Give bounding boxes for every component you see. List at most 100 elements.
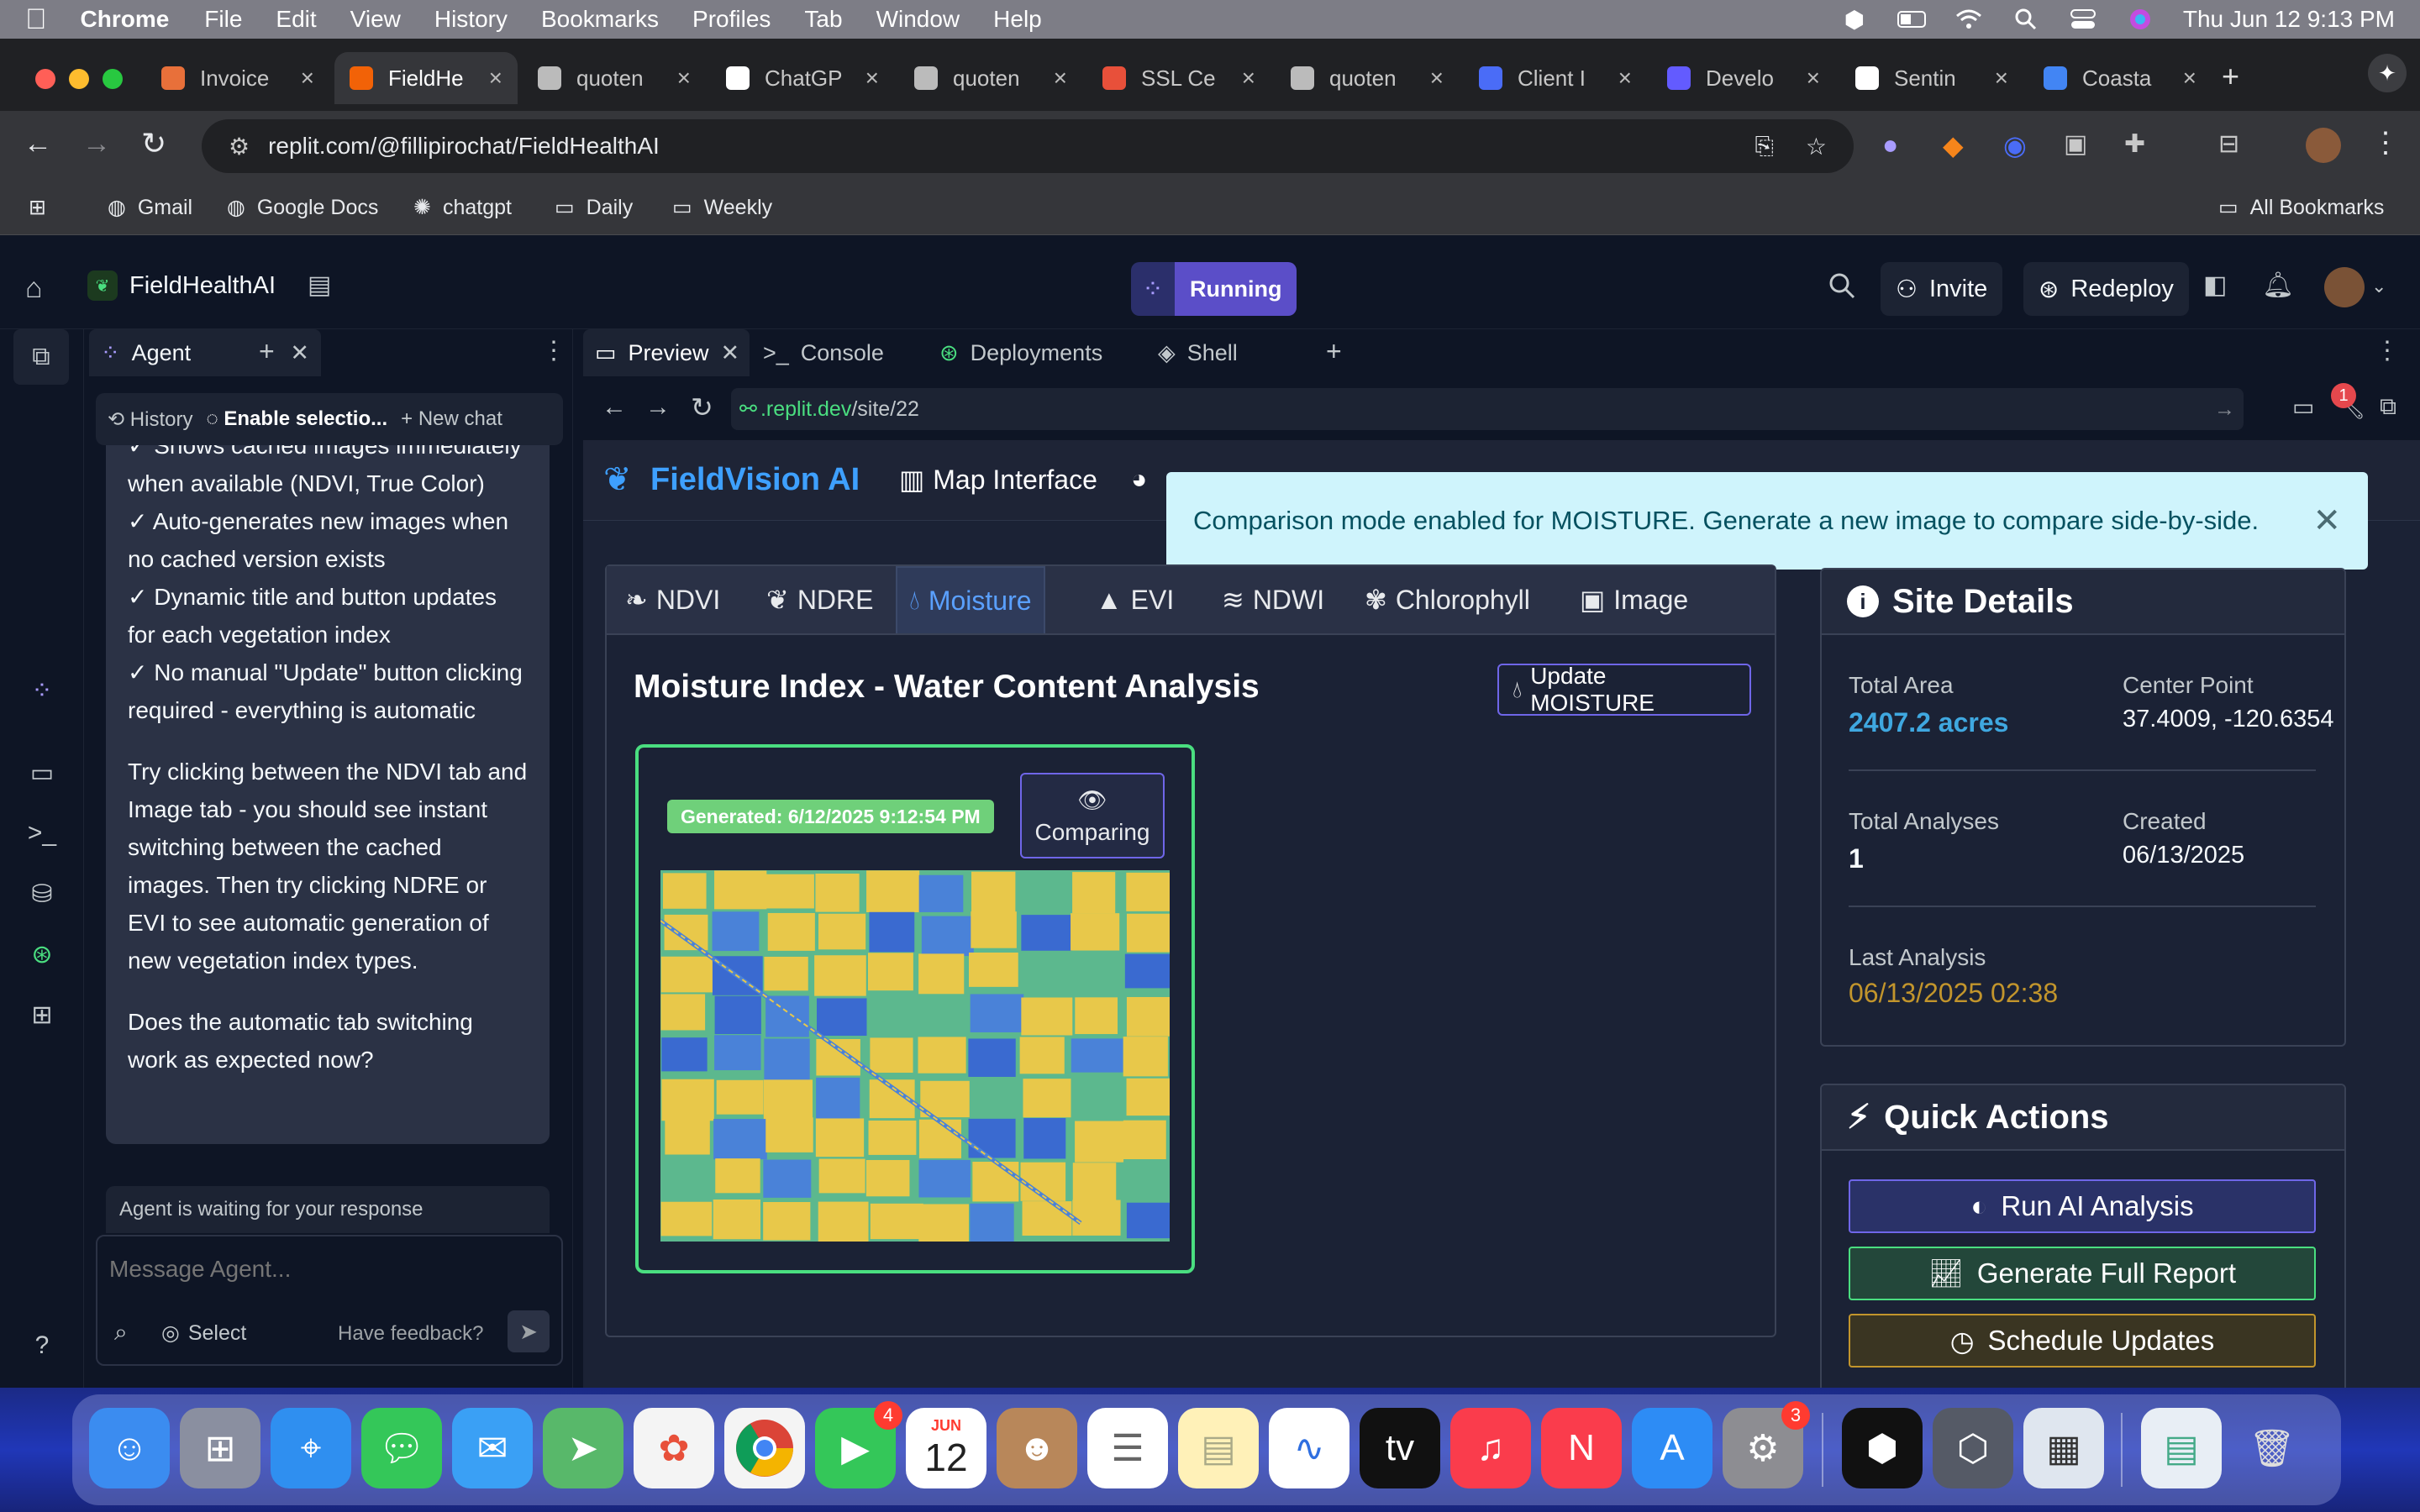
back-arrow-icon[interactable]: ← [602,393,627,422]
gemini-icon[interactable]: ✦ [2368,54,2407,92]
project-name[interactable]: FieldHealthAI [129,272,276,300]
browser-tab[interactable]: quoten × [1276,52,1459,104]
cube-app-icon[interactable]: ⬢ [1842,1408,1923,1488]
feedback-link[interactable]: Have feedback? [338,1322,483,1346]
nav-map-interface[interactable]: ▥ Map Interface [899,464,1097,496]
news-icon[interactable]: N [1541,1408,1622,1488]
browser-tab[interactable]: Develo × [1652,52,1835,104]
preview-icon[interactable]: ▭ [25,756,59,790]
tab-ndwi[interactable]: ≋ NDWI [1210,566,1336,633]
bookmark-gmail[interactable]: ◍ Gmail [108,195,192,220]
photos-icon[interactable]: ✿ [634,1408,714,1488]
generate-report-button[interactable]: 📈︎ Generate Full Report [1849,1247,2316,1300]
run-ai-analysis-button[interactable]: ◐ Run AI Analysis [1849,1179,2316,1233]
invite-button[interactable]: ⚇ Invite [1881,262,2003,316]
deployments-icon[interactable]: ⊛ [25,937,59,971]
select-button[interactable]: ◎ Select [161,1320,246,1346]
preview-app-icon[interactable]: ▦ [2023,1408,2104,1488]
close-icon[interactable]: ✕ [721,340,740,366]
apps-grid-icon[interactable]: ⊞ [29,195,46,220]
device-icon[interactable]: ▭ [2292,393,2314,421]
browser-tab[interactable]: FieldHe × [334,52,518,104]
address-bar[interactable]: ⚙ replit.com/@fillipirochat/FieldHealthA… [202,119,1854,173]
browser-tab[interactable]: ChatGP × [711,52,894,104]
downloads-folder-icon[interactable]: ▤ [2141,1408,2222,1488]
dashboard-icon[interactable]: ◕ [1131,464,1147,495]
update-moisture-button[interactable]: 💧︎ Update MOISTURE [1497,663,1751,716]
music-icon[interactable]: ♫ [1450,1408,1531,1488]
tab-ndvi[interactable]: ❧ NDVI [613,566,732,633]
send-button[interactable]: ➤ [508,1310,550,1352]
browser-tab[interactable]: quoten × [523,52,706,104]
chrome-menu-icon[interactable]: ⋮ [2371,126,2400,160]
menu-history[interactable]: History [434,6,508,33]
all-tools-icon[interactable]: ⊞ [25,998,59,1032]
messages-icon[interactable]: 💬︎ [361,1408,442,1488]
extension-status-icon[interactable]: ⬢ [1840,7,1869,33]
close-tab-icon[interactable]: × [677,65,691,92]
browser-tab[interactable]: Client I × [1464,52,1647,104]
spotlight-search-icon[interactable] [2012,8,2040,30]
moisture-index-map[interactable] [660,870,1170,1242]
tab-search-icon[interactable]: ⊟ [2218,129,2239,159]
reload-icon[interactable]: ↻ [691,391,713,423]
unity-icon[interactable]: ⬡ [1933,1408,2013,1488]
close-alert-icon[interactable]: ✕ [2312,501,2341,540]
agent-tab[interactable]: ⁘ Agent ✕ [89,329,321,376]
close-tab-icon[interactable]: × [1054,65,1067,92]
bookmark-chatgpt[interactable]: ✺ chatgpt [413,195,512,220]
bookmark-folder-weekly[interactable]: ▭ Weekly [672,195,772,220]
chrome-icon[interactable] [724,1408,805,1488]
forward-arrow-icon[interactable]: → [645,393,671,422]
extensions-puzzle-icon[interactable]: ✚ [2124,129,2145,159]
tab-preview[interactable]: ▭ Preview ✕ [583,329,750,376]
bell-icon[interactable]: 🔔︎ [2262,270,2294,300]
trash-icon[interactable]: 🗑︎ [2232,1408,2312,1488]
close-window-button[interactable] [35,69,55,89]
close-tab-icon[interactable]: × [1995,65,2008,92]
more-options-icon[interactable]: ⋮ [2375,336,2400,365]
finder-icon[interactable]: ☺ [89,1408,170,1488]
contacts-icon[interactable]: ☻ [997,1408,1077,1488]
all-bookmarks[interactable]: ▭ All Bookmarks [2218,195,2384,220]
open-new-window-icon[interactable]: ⧉ [2380,393,2396,421]
new-tab-icon[interactable]: + [1326,336,1342,367]
apple-icon[interactable]:  [25,3,47,36]
console-icon[interactable]: >_ [25,816,59,850]
attach-icon[interactable]: ⌕ [114,1319,128,1347]
launchpad-icon[interactable]: ⊞ [180,1408,260,1488]
mail-icon[interactable]: ✉ [452,1408,533,1488]
metamask-icon[interactable]: ◆ [1943,129,1964,161]
browser-tab[interactable]: Sentin × [1840,52,2023,104]
extension-3-icon[interactable]: ◉ [2003,129,2027,161]
wifi-icon[interactable] [1954,8,1983,30]
tab-console[interactable]: >_ Console [751,329,896,376]
menu-edit[interactable]: Edit [276,6,316,33]
freeform-icon[interactable]: ∿ [1269,1408,1349,1488]
browser-tab[interactable]: Coasta × [2028,52,2212,104]
apple-tv-icon[interactable]: tv [1360,1408,1440,1488]
comparing-button[interactable]: 👁︎ Comparing [1020,773,1165,858]
menu-tab[interactable]: Tab [804,6,842,33]
notes-icon[interactable]: ▤ [1178,1408,1259,1488]
project-info-icon[interactable]: ▤ [308,270,331,300]
database-icon[interactable]: ⛁ [25,877,59,911]
tab-chlorophyll[interactable]: ✾ Chlorophyll [1353,566,1542,633]
safari-icon[interactable]: ⌖ [271,1408,351,1488]
maps-icon[interactable]: ➤ [543,1408,623,1488]
tab-deployments[interactable]: ⊛ Deployments [928,329,1114,376]
browser-tab[interactable]: SSL Ce × [1087,52,1270,104]
close-tab-icon[interactable]: × [2183,65,2196,92]
control-center-icon[interactable] [2069,8,2097,30]
tab-ndre[interactable]: ❦ NDRE [755,566,885,633]
app-brand[interactable]: FieldVision AI [650,462,860,498]
run-status-button[interactable]: ⁘ Running [1131,262,1297,316]
extension-1-icon[interactable]: ● [1882,129,1898,160]
bookmark-folder-daily[interactable]: ▭ Daily [555,195,633,220]
bookmark-star-icon[interactable]: ☆ [1806,133,1827,160]
menu-app-name[interactable]: Chrome [81,6,170,33]
zoom-window-button[interactable] [103,69,123,89]
close-tab-icon[interactable]: × [301,65,314,92]
minimize-window-button[interactable] [69,69,89,89]
new-tab-icon[interactable]: + [259,336,275,367]
